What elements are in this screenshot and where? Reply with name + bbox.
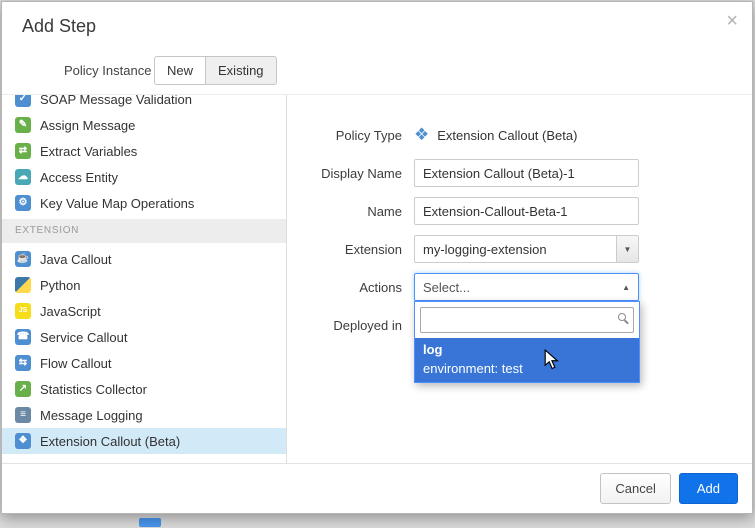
policy-form: Policy Type ❖ Extension Callout (Beta) D… [287,95,752,463]
sidebar-item-label: Flow Callout [40,356,112,371]
modal-footer: Cancel Add [2,463,752,513]
background-page-fragment [139,518,161,527]
option-log[interactable]: log [415,338,639,359]
policy-list-items: ✓ SOAP Message Validation ✎ Assign Messa… [2,95,286,454]
policy-type-row: Policy Type ❖ Extension Callout (Beta) [287,121,752,149]
sidebar-item-label: SOAP Message Validation [40,95,192,107]
sidebar-item-extension-callout[interactable]: ❖ Extension Callout (Beta) [2,428,286,454]
policy-instance-toggle: New Existing [154,56,277,85]
statistics-collector-icon: ↗ [15,381,31,397]
policy-instance-label: Policy Instance [64,63,151,78]
sidebar-item-message-logging[interactable]: ≡ Message Logging [2,402,286,428]
policy-instance-row: Policy Instance New Existing [2,50,752,94]
sidebar-item-label: Extension Callout (Beta) [40,434,180,449]
dropdown-search [415,302,639,338]
sidebar-item-extract-variables[interactable]: ⇄ Extract Variables [2,138,286,164]
add-button[interactable]: Add [679,473,738,504]
sidebar-item-assign-message[interactable]: ✎ Assign Message [2,112,286,138]
display-name-input[interactable] [414,159,639,187]
policy-list: ✓ SOAP Message Validation ✎ Assign Messa… [2,95,287,463]
dropdown-search-input[interactable] [420,307,634,333]
policy-type-value: Extension Callout (Beta) [437,128,577,143]
new-toggle-button[interactable]: New [154,56,205,85]
sidebar-item-label: Statistics Collector [40,382,147,397]
extension-label: Extension [287,242,402,257]
actions-row: Actions Select... ▲ log environment: tes… [287,273,752,301]
sidebar-item-key-value-map-operations[interactable]: ⚙ Key Value Map Operations [2,190,286,216]
display-name-row: Display Name [287,159,752,187]
sidebar-item-label: Assign Message [40,118,135,133]
extension-policy-icon: ❖ [414,125,429,145]
sidebar-item-label: Java Callout [40,252,112,267]
actions-label: Actions [287,280,402,295]
close-icon[interactable]: × [726,10,738,33]
sidebar-item-javascript[interactable]: JS JavaScript [2,298,286,324]
name-row: Name [287,197,752,225]
extension-section-header: EXTENSION [2,219,286,243]
sidebar-item-label: Service Callout [40,330,127,345]
sidebar-item-label: JavaScript [40,304,101,319]
modal-body: ✓ SOAP Message Validation ✎ Assign Messa… [2,94,752,463]
sidebar-item-label: Key Value Map Operations [40,196,194,211]
sidebar-item-service-callout[interactable]: ☎ Service Callout [2,324,286,350]
service-callout-icon: ☎ [15,329,31,345]
access-entity-icon: ☁ [15,169,31,185]
chevron-up-icon: ▲ [622,283,630,292]
actions-select-value: Select... [423,280,622,295]
sidebar-item-soap-message-validation[interactable]: ✓ SOAP Message Validation [2,95,286,112]
extension-select[interactable]: my-logging-extension ▼ [414,235,639,263]
sidebar-item-statistics-collector[interactable]: ↗ Statistics Collector [2,376,286,402]
message-logging-icon: ≡ [15,407,31,423]
assign-message-icon: ✎ [15,117,31,133]
cancel-button[interactable]: Cancel [600,473,670,504]
extract-variables-icon: ⇄ [15,143,31,159]
search-icon [618,313,626,321]
key-value-map-operations-icon: ⚙ [15,195,31,211]
name-label: Name [287,204,402,219]
sidebar-item-java-callout[interactable]: ☕ Java Callout [2,246,286,272]
sidebar-item-access-entity[interactable]: ☁ Access Entity [2,164,286,190]
add-step-modal: Add Step × Policy Instance New Existing … [1,1,753,514]
java-callout-icon: ☕ [15,251,31,267]
sidebar-item-label: Extract Variables [40,144,137,159]
sidebar-item-label: Access Entity [40,170,118,185]
sidebar-item-python[interactable]: Python [2,272,286,298]
mouse-cursor [544,349,559,370]
sidebar-item-label: Message Logging [40,408,143,423]
name-input[interactable] [414,197,639,225]
existing-toggle-button[interactable]: Existing [205,56,277,85]
screen: Add Step × Policy Instance New Existing … [0,0,755,528]
javascript-icon: JS [15,303,31,319]
flow-callout-icon: ⇆ [15,355,31,371]
chevron-down-icon: ▼ [616,236,638,262]
policy-type-label: Policy Type [287,128,402,143]
sidebar-item-flow-callout[interactable]: ⇆ Flow Callout [2,350,286,376]
extension-row: Extension my-logging-extension ▼ [287,235,752,263]
actions-option-group: log environment: test [415,338,639,382]
actions-dropdown-panel: log environment: test [414,301,640,383]
modal-title: Add Step [22,16,96,37]
extension-callout-icon: ❖ [15,433,31,449]
sidebar-item-label: Python [40,278,80,293]
actions-select[interactable]: Select... ▲ [414,273,639,301]
display-name-label: Display Name [287,166,402,181]
option-environment-test[interactable]: environment: test [415,359,639,382]
python-icon [15,277,31,293]
soap-message-validation-icon: ✓ [15,95,31,107]
deployed-in-label: Deployed in [287,318,402,333]
extension-select-value: my-logging-extension [415,242,616,257]
